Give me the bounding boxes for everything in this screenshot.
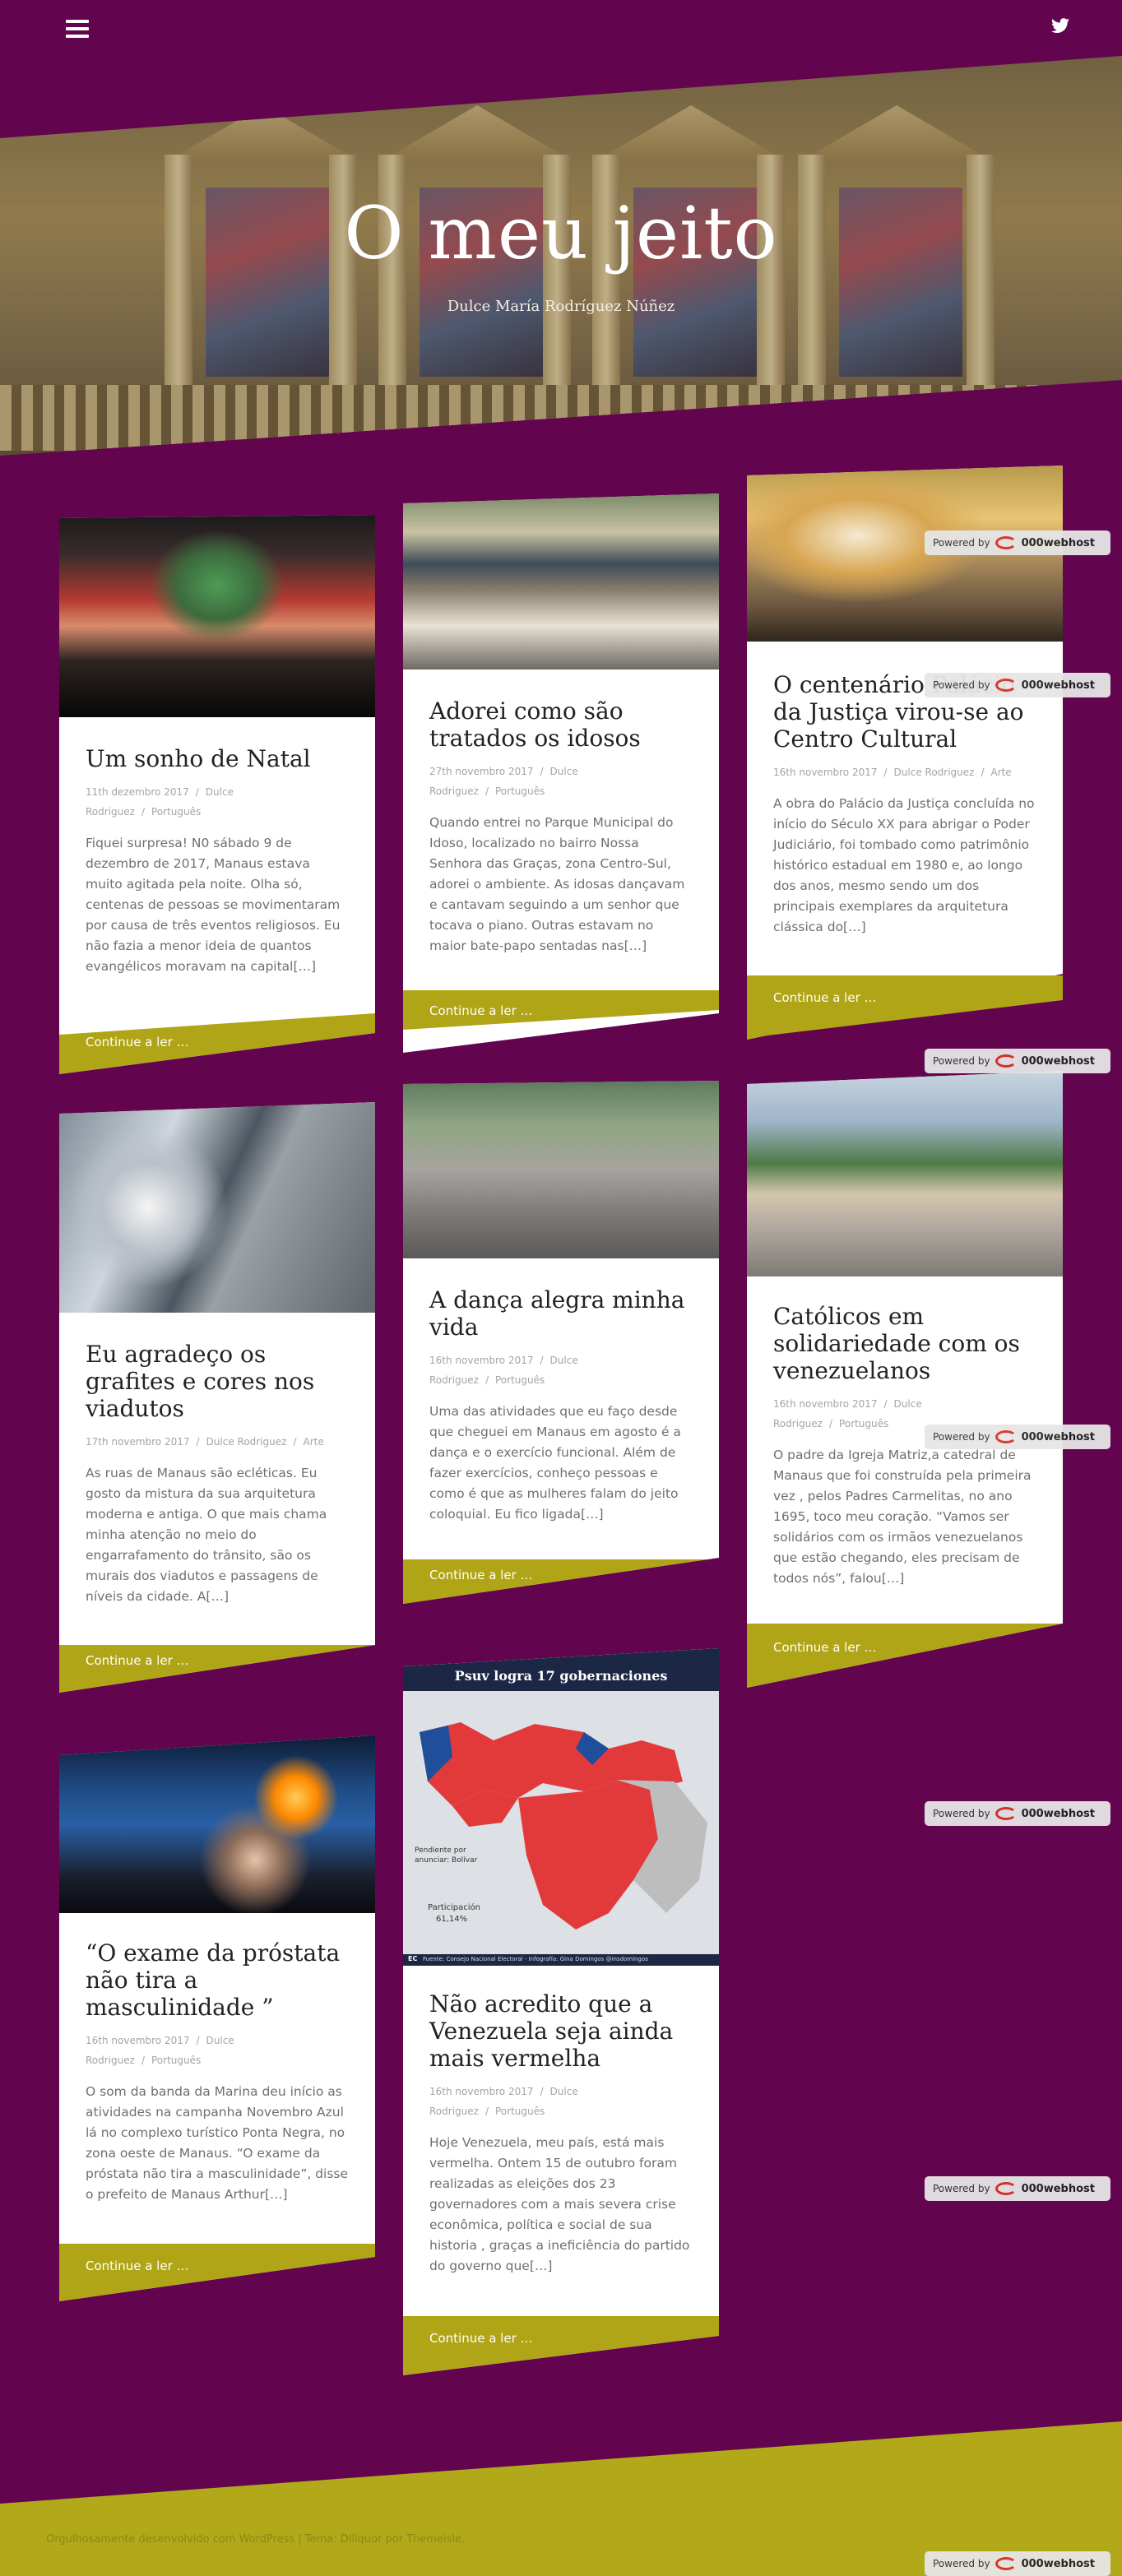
continue-reading-button[interactable]: Continue a ler … bbox=[59, 2244, 375, 2301]
post-title[interactable]: “O exame da próstata não tira a masculin… bbox=[86, 1939, 349, 2021]
post-date[interactable]: 11th dezembro 2017 bbox=[86, 786, 189, 798]
map-logo: EC bbox=[408, 1955, 418, 1962]
post-excerpt: Fiquei surpresa! N0 sábado 9 de dezembro… bbox=[86, 836, 341, 974]
continue-reading-button[interactable]: Continue a ler … bbox=[403, 1559, 719, 1604]
post-excerpt: Hoje Venezuela, meu país, está mais verm… bbox=[429, 2135, 690, 2273]
continue-reading-button[interactable]: Continue a ler … bbox=[747, 975, 1063, 1038]
post-category[interactable]: Português bbox=[839, 1418, 888, 1429]
post-category[interactable]: Português bbox=[151, 2055, 201, 2066]
post-category[interactable]: Português bbox=[495, 1374, 545, 1386]
powered-by-badge[interactable]: Powered by 000webhost bbox=[925, 2176, 1110, 2201]
post-excerpt: A obra do Palácio da Justiça concluída n… bbox=[773, 796, 1035, 934]
post-card[interactable]: Um sonho de Natal 11th dezembro 2017/Dul… bbox=[59, 515, 375, 1074]
map-source: Fuente: Consejo Nacional Electoral - Inf… bbox=[423, 1956, 648, 1962]
map-participation-value: 61,14% bbox=[436, 1915, 468, 1924]
post-meta: 27th novembro 2017/Dulce Rodriguez / Portu… bbox=[429, 766, 578, 797]
post-date[interactable]: 16th novembro 2017 bbox=[773, 767, 878, 778]
post-date[interactable]: 27th novembro 2017 bbox=[429, 766, 534, 777]
continue-reading-button[interactable]: Continue a ler … bbox=[747, 1624, 1063, 1688]
footer-credits[interactable]: Orgulhosamente desenvolvido com WordPres… bbox=[46, 2533, 465, 2546]
post-excerpt: O som da banda da Marina deu início as a… bbox=[86, 2084, 349, 2202]
continue-reading-button[interactable]: Continue a ler … bbox=[59, 1013, 375, 1074]
post-date[interactable]: 17th novembro 2017 bbox=[86, 1436, 190, 1448]
post-thumbnail[interactable] bbox=[403, 493, 719, 669]
hamburger-menu-icon[interactable] bbox=[66, 20, 89, 39]
post-category[interactable]: Arte bbox=[304, 1436, 324, 1448]
powered-by-badge[interactable]: Powered by 000webhost bbox=[925, 1801, 1110, 1826]
map-header: Psuv logra 17 gobernaciones bbox=[454, 1668, 668, 1684]
powered-by-badge[interactable]: Powered by 000webhost bbox=[925, 2551, 1110, 2576]
map-note-pending: Pendiente por anunciar: Bolívar bbox=[415, 1846, 478, 1865]
site-description: Dulce María Rodríguez Núñez bbox=[447, 298, 675, 315]
post-thumbnail[interactable] bbox=[747, 1071, 1063, 1276]
post-meta: 16th novembro 2017/Dulce Rodriguez / Portu… bbox=[86, 2035, 234, 2066]
post-thumbnail[interactable]: Psuv logra 17 gobernaciones Pendiente po… bbox=[403, 1648, 719, 1966]
post-title[interactable]: A dança alegra minha vida bbox=[429, 1286, 693, 1341]
000webhost-logo-icon bbox=[994, 679, 1017, 692]
post-date[interactable]: 16th novembro 2017 bbox=[86, 2035, 190, 2046]
post-title[interactable]: Católicos em solidariedade com os venezu… bbox=[773, 1303, 1036, 1384]
post-card[interactable]: Católicos em solidariedade com os venezu… bbox=[747, 1071, 1063, 1688]
post-category[interactable]: Português bbox=[151, 806, 201, 818]
post-meta: 11th dezembro 2017/Dulce Rodriguez / Portu… bbox=[86, 786, 234, 818]
post-card[interactable]: Adorei como são tratados os idosos 27th … bbox=[403, 493, 719, 1053]
post-card[interactable]: Eu agradeço os grafites e cores nos viad… bbox=[59, 1102, 375, 1693]
post-meta: 16th novembro 2017/Dulce Rodriguez / Portu… bbox=[429, 1355, 578, 1386]
post-title[interactable]: Um sonho de Natal bbox=[86, 745, 349, 772]
post-author[interactable]: Dulce Rodriguez bbox=[894, 767, 975, 778]
post-title[interactable]: Adorei como são tratados os idosos bbox=[429, 697, 693, 752]
map-participation-label: Participación bbox=[428, 1903, 481, 1912]
continue-reading-button[interactable]: Continue a ler … bbox=[403, 2316, 719, 2375]
post-card[interactable]: Psuv logra 17 gobernaciones Pendiente po… bbox=[403, 1648, 719, 2375]
000webhost-logo-icon bbox=[994, 1054, 1017, 1068]
post-meta: 17th novembro 2017/Dulce Rodriguez / Arte bbox=[86, 1436, 324, 1448]
post-excerpt: Quando entrei no Parque Municipal do Ido… bbox=[429, 815, 685, 953]
post-category[interactable]: Arte bbox=[991, 767, 1012, 778]
post-thumbnail[interactable] bbox=[59, 1102, 375, 1313]
continue-reading-button[interactable]: Continue a ler … bbox=[59, 1645, 375, 1693]
post-category[interactable]: Português bbox=[495, 2106, 545, 2117]
000webhost-logo-icon bbox=[994, 2557, 1017, 2570]
post-card[interactable]: A dança alegra minha vida 16th novembro … bbox=[403, 1081, 719, 1604]
twitter-icon[interactable] bbox=[1050, 17, 1070, 35]
post-author[interactable]: Dulce Rodriguez bbox=[206, 1436, 287, 1448]
post-card[interactable]: “O exame da próstata não tira a masculin… bbox=[59, 1735, 375, 2301]
post-thumbnail[interactable] bbox=[59, 1735, 375, 1913]
000webhost-logo-icon bbox=[994, 1430, 1017, 1443]
post-meta: 16th novembro 2017/Dulce Rodriguez / Arte bbox=[773, 767, 1012, 778]
post-date[interactable]: 16th novembro 2017 bbox=[429, 2086, 534, 2097]
000webhost-logo-icon bbox=[994, 2182, 1017, 2195]
post-thumbnail[interactable] bbox=[403, 1081, 719, 1258]
post-excerpt: As ruas de Manaus são ecléticas. Eu gost… bbox=[86, 1466, 327, 1604]
post-title[interactable]: Não acredito que a Venezuela seja ainda … bbox=[429, 1990, 693, 2072]
post-date[interactable]: 16th novembro 2017 bbox=[773, 1398, 878, 1410]
post-date[interactable]: 16th novembro 2017 bbox=[429, 1355, 534, 1366]
powered-by-badge[interactable]: Powered by 000webhost bbox=[925, 673, 1110, 697]
powered-by-badge[interactable]: Powered by 000webhost bbox=[925, 530, 1110, 555]
post-category[interactable]: Português bbox=[495, 785, 545, 797]
continue-reading-button[interactable]: Continue a ler … bbox=[403, 990, 719, 1030]
000webhost-logo-icon bbox=[994, 1807, 1017, 1820]
post-excerpt: O padre da Igreja Matriz,a catedral de M… bbox=[773, 1448, 1032, 1586]
000webhost-logo-icon bbox=[994, 536, 1017, 549]
powered-by-badge[interactable]: Powered by 000webhost bbox=[925, 1425, 1110, 1449]
post-thumbnail[interactable] bbox=[59, 515, 375, 717]
post-meta: 16th novembro 2017/Dulce Rodriguez / Portu… bbox=[429, 2086, 578, 2117]
site-title[interactable]: O meu jeito bbox=[0, 191, 1122, 276]
post-excerpt: Uma das atividades que eu faço desde que… bbox=[429, 1404, 681, 1522]
powered-by-badge[interactable]: Powered by 000webhost bbox=[925, 1049, 1110, 1073]
post-title[interactable]: Eu agradeço os grafites e cores nos viad… bbox=[86, 1341, 349, 1422]
